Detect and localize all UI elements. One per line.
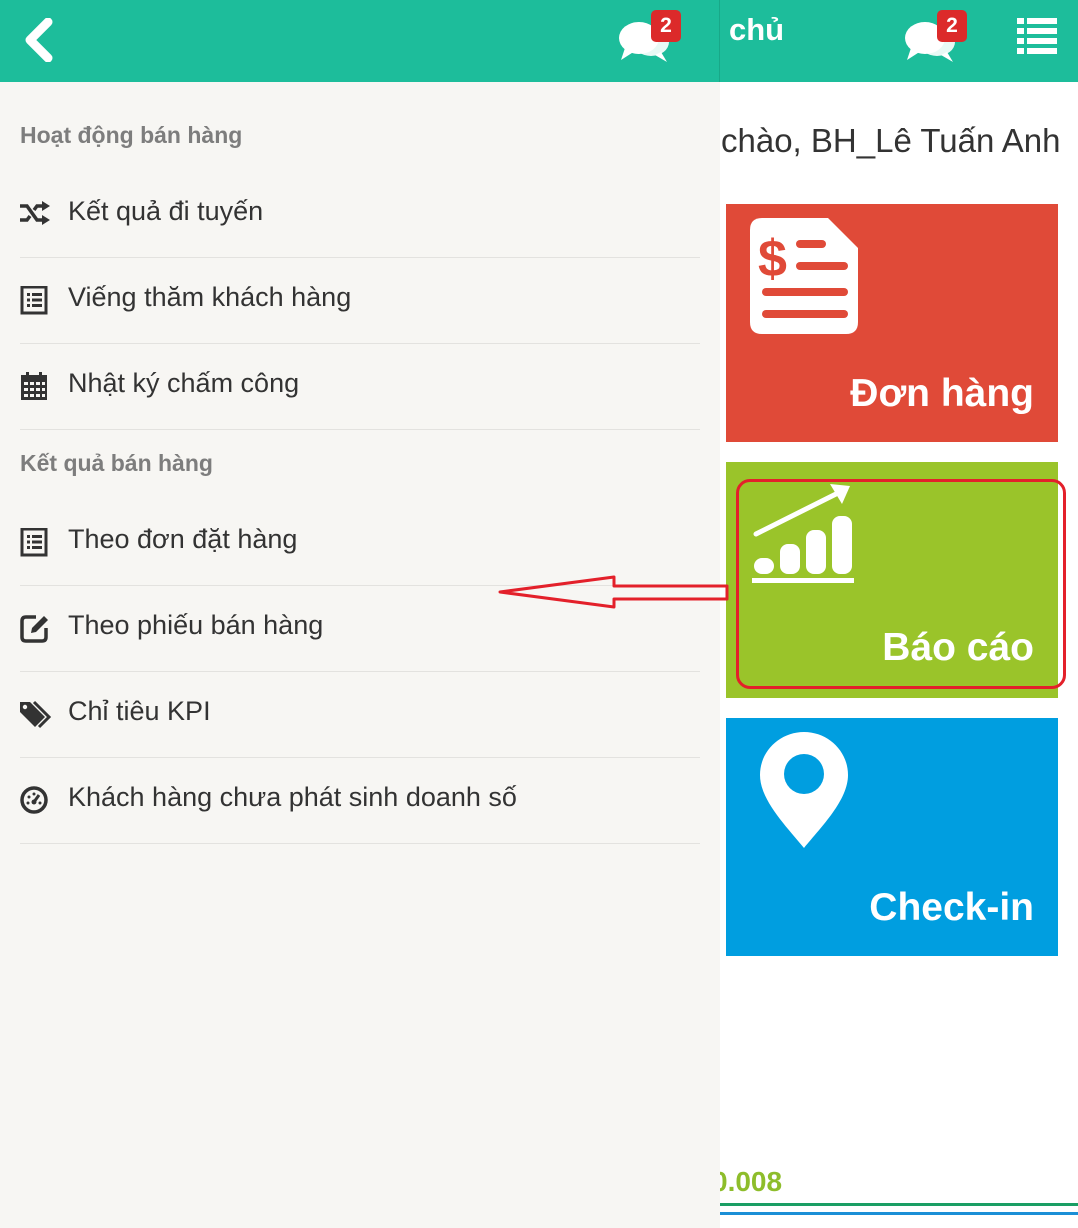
footer-divider — [720, 1203, 1078, 1206]
orders-tile-label: Đơn hàng — [850, 372, 1034, 415]
menu-item-label: Kết quả đi tuyến — [68, 196, 264, 226]
menu-item-label: Theo đơn đặt hàng — [68, 524, 298, 554]
drawer-header: 2 — [0, 0, 720, 82]
menu-item-by-sales-slip[interactable]: Theo phiếu bán hàng — [20, 586, 700, 672]
list-menu-icon — [1017, 18, 1057, 54]
list-icon — [20, 528, 48, 557]
chevron-left-icon — [25, 17, 53, 63]
notification-badge: 2 — [651, 10, 681, 42]
edit-icon — [20, 615, 48, 643]
menu-item-kpi-targets[interactable]: Chỉ tiêu KPI — [20, 672, 700, 758]
orders-tile[interactable]: $ Đơn hàng — [726, 204, 1058, 442]
menu-item-customers-no-sales[interactable]: Khách hàng chưa phát sinh doanh số — [20, 758, 700, 844]
dashboard-icon — [20, 786, 48, 814]
invoice-icon: $ — [750, 218, 858, 334]
menu-item-label: Viếng thăm khách hàng — [68, 282, 352, 312]
svg-text:$: $ — [758, 230, 787, 288]
list-icon — [20, 286, 48, 315]
menu-item-route-results[interactable]: Kết quả đi tuyến — [20, 172, 700, 258]
checkin-tile[interactable]: Check-in — [726, 718, 1058, 956]
notification-badge: 2 — [937, 10, 967, 42]
navigation-drawer: 2 Hoạt động bán hàng Kết quả đi tuyến Vi… — [0, 0, 720, 1228]
menu-item-timekeeping-log[interactable]: Nhật ký chấm công — [20, 344, 700, 430]
map-pin-icon — [760, 732, 848, 848]
menu-item-label: Theo phiếu bán hàng — [68, 610, 324, 640]
menu-item-label: Khách hàng chưa phát sinh doanh số — [68, 782, 517, 812]
greeting-text: chào, BH_Lê Tuấn Anh — [721, 122, 1061, 159]
menu-item-by-order[interactable]: Theo đơn đặt hàng — [20, 500, 700, 586]
menu-item-label: Nhật ký chấm công — [68, 368, 300, 398]
tags-icon — [20, 700, 52, 729]
footer-number: 0.008 — [712, 1166, 783, 1197]
chat-button[interactable]: 2 — [617, 10, 681, 66]
chat-button[interactable]: 2 — [903, 10, 967, 66]
annotation-highlight — [736, 479, 1066, 689]
calendar-icon — [21, 372, 47, 400]
section-title: Hoạt động bán hàng — [20, 122, 243, 148]
menu-button[interactable] — [1017, 18, 1057, 61]
section-title: Kết quả bán hàng — [20, 450, 213, 476]
page-title: chủ — [729, 12, 785, 47]
menu-item-customer-visits[interactable]: Viếng thăm khách hàng — [20, 258, 700, 344]
menu-item-label: Chỉ tiêu KPI — [68, 696, 211, 726]
footer-divider — [720, 1212, 1078, 1215]
back-button[interactable] — [20, 17, 60, 63]
shuffle-icon — [20, 201, 50, 225]
checkin-tile-label: Check-in — [869, 886, 1034, 929]
